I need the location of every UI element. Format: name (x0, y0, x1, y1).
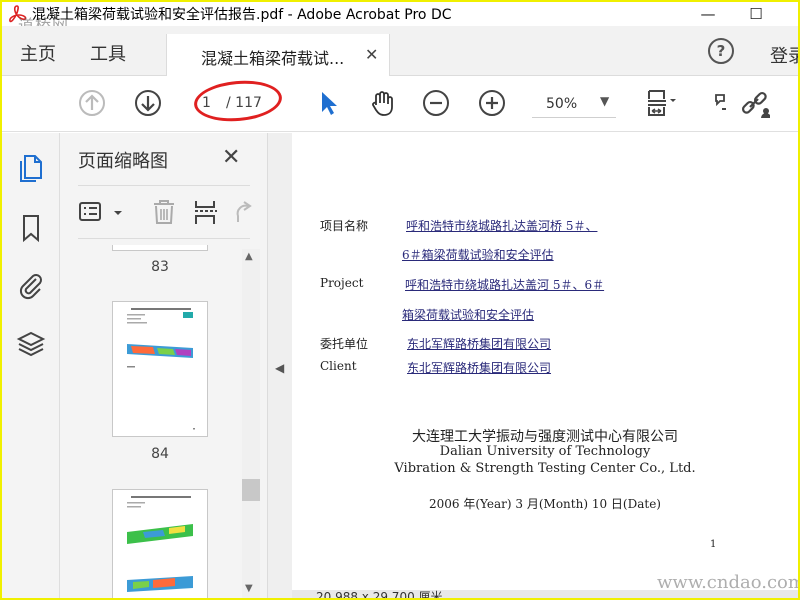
project-name-line1: 呼和浩特市绕城路扎达盖河桥 5＃、 (406, 219, 598, 233)
project-line2: 箱梁荷载试验和安全评估 (402, 308, 535, 322)
bookmark-icon[interactable] (16, 213, 46, 243)
project-label: Project (320, 276, 364, 290)
home-tab[interactable]: 主页 (20, 40, 56, 66)
client-value: 东北军辉路桥集团有限公司 (407, 361, 552, 375)
hand-icon[interactable] (366, 87, 398, 119)
insert-page-icon[interactable] (192, 198, 220, 226)
window-title: 混凝土箱梁荷载试验和安全评估报告.pdf - Adobe Acrobat Pro… (32, 7, 452, 23)
scroll-down-icon[interactable]: ▼ (245, 583, 253, 594)
title-bar: 混凝土箱梁荷载试验和安全评估报告.pdf - Adobe Acrobat Pro… (2, 2, 798, 35)
scrollbar-thumb[interactable] (242, 479, 260, 501)
select-cursor-icon[interactable] (312, 87, 344, 119)
zoom-value: 50% (546, 96, 578, 112)
client-cn-value: 东北军辉路桥集团有限公司 (407, 337, 552, 351)
layers-icon[interactable] (16, 329, 46, 359)
thumbnail-page-84[interactable] (112, 301, 208, 437)
project-name-line2: 6＃箱梁荷载试验和安全评估 (402, 248, 554, 262)
thumbnail-page-83[interactable] (112, 245, 208, 251)
thumbnail-page-85[interactable] (112, 489, 208, 598)
project-line1: 呼和浩特市绕城路扎达盖河 5＃、6＃ (405, 278, 605, 292)
page-dimensions: 20.988 x 29.700 厘米 (316, 590, 443, 598)
client-cn-label: 委托单位 (320, 337, 369, 351)
attachment-icon[interactable] (16, 271, 46, 301)
document-tab[interactable]: 混凝土箱梁荷载试... ✕ (166, 34, 390, 76)
tools-tab[interactable]: 工具 (90, 40, 126, 66)
thumbnail-page-label: 84 (151, 446, 169, 462)
rotate-page-icon[interactable] (228, 198, 256, 226)
thumbnail-page-label: 83 (151, 259, 169, 275)
maximize-button[interactable]: ☐ (736, 2, 776, 26)
chevron-down-icon[interactable] (104, 198, 122, 226)
project-name-label: 项目名称 (320, 219, 369, 233)
zoom-out-icon[interactable] (420, 87, 452, 119)
thumbnail-panel: 页面缩略图 ✕ 83 84 ▲ ▼ (60, 133, 268, 598)
thumbnail-preview (127, 496, 193, 592)
document-tab-label: 混凝土箱梁荷载试... (201, 49, 345, 68)
panel-title: 页面缩略图 (78, 151, 168, 172)
delete-page-icon[interactable] (150, 198, 178, 226)
page-up-icon[interactable] (76, 87, 108, 119)
chevron-left-icon[interactable]: ◀ (275, 361, 284, 375)
left-rail (2, 133, 60, 598)
minimize-button[interactable]: — (688, 2, 728, 26)
panel-collapse-handle[interactable]: ◀ (268, 133, 292, 598)
report-date: 2006 年(Year) 3 月(Month) 10 日(Date) (429, 497, 661, 511)
watermark-text: www.cndao.com (657, 572, 798, 593)
close-panel-button[interactable]: ✕ (222, 145, 240, 170)
tab-bar: 主页 工具 混凝土箱梁荷载试... ✕ ? 登录 (2, 26, 798, 76)
organization-en-line1: Dalian University of Technology (439, 444, 651, 459)
annotation-ellipse (192, 77, 284, 125)
chevron-down-icon: ▼ (600, 94, 610, 108)
client-label: Client (320, 359, 357, 373)
close-tab-button[interactable]: ✕ (365, 45, 378, 64)
thumbnail-scrollbar[interactable]: ▲ ▼ (242, 249, 260, 598)
scroll-up-icon[interactable]: ▲ (245, 251, 253, 262)
page-down-icon[interactable] (132, 87, 164, 119)
thumbnail-options-icon[interactable] (78, 198, 106, 226)
sign-in-button[interactable]: 登录 (770, 42, 798, 68)
comment-icon[interactable] (708, 87, 740, 119)
zoom-select[interactable]: 50% ▼ (532, 92, 616, 118)
main-toolbar: 1 / 117 50% ▼ (2, 77, 798, 132)
fit-page-icon[interactable] (644, 87, 676, 119)
zoom-in-icon[interactable] (476, 87, 508, 119)
document-page: 项目名称 呼和浩特市绕城路扎达盖河桥 5＃、 6＃箱梁荷载试验和安全评估 Pro… (292, 133, 798, 598)
organization-en-line2: Vibration & Strength Testing Center Co.,… (394, 461, 696, 476)
help-icon[interactable]: ? (708, 38, 734, 64)
page-number: 1 (710, 539, 717, 550)
thumbnail-toolbar (78, 185, 252, 239)
share-link-icon[interactable] (738, 87, 771, 119)
page-thumbnails-icon[interactable] (16, 153, 46, 183)
organization-cn: 大连理工大学振动与强度测试中心有限公司 (412, 429, 678, 445)
thumbnail-preview (127, 308, 195, 430)
acrobat-window: 混凝土箱梁荷载试验和安全评估报告.pdf - Adobe Acrobat Pro… (2, 2, 798, 598)
